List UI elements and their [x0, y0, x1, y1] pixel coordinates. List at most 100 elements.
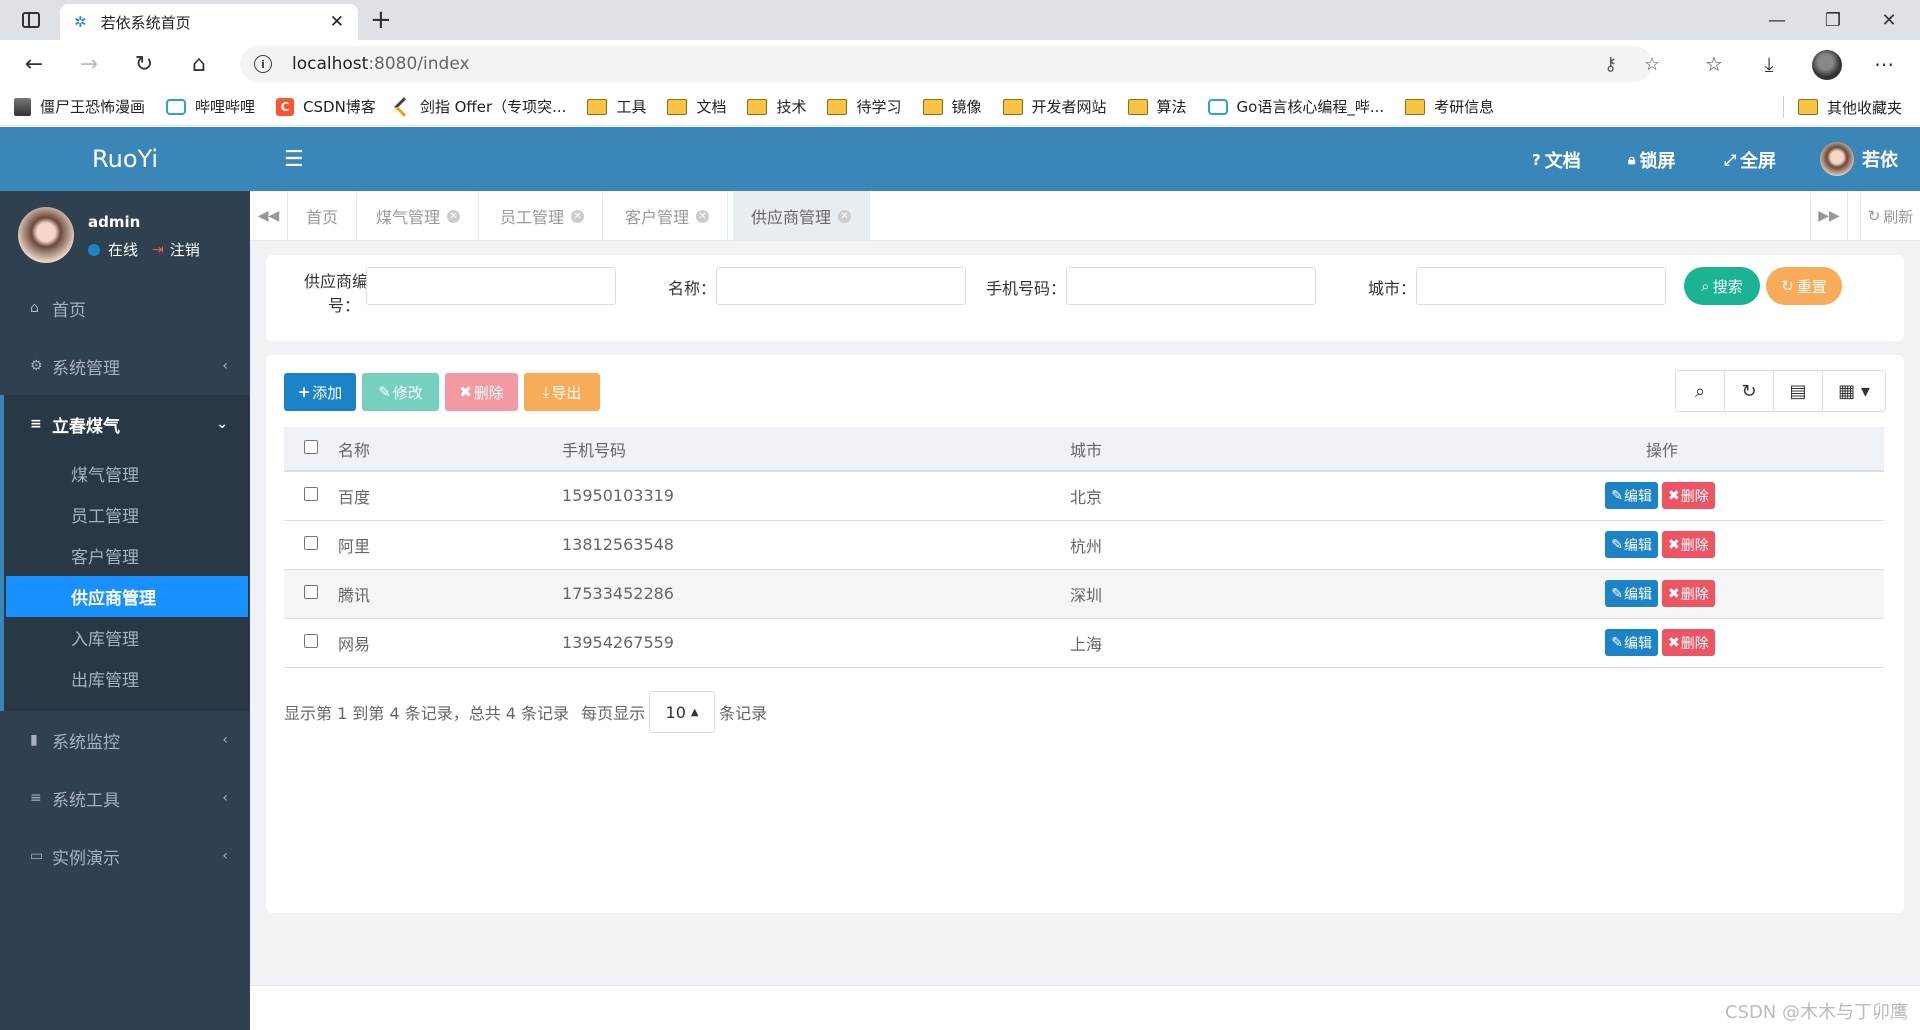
tab-supplier[interactable]: 供应商管理 ✕ [733, 191, 871, 241]
row-checkbox[interactable] [304, 634, 318, 648]
bookmark-item[interactable]: 工具 [587, 96, 646, 117]
bookmark-item[interactable]: 待学习 [827, 96, 902, 117]
bookmark-item[interactable]: 僵尸王恐怖漫画 [14, 96, 145, 117]
close-window-button[interactable]: ✕ [1861, 0, 1917, 40]
name-input[interactable] [716, 267, 966, 305]
add-favorite-icon[interactable]: ☆ [1644, 54, 1660, 75]
city-input[interactable] [1416, 267, 1666, 305]
tab-home[interactable]: 首页 [288, 191, 358, 241]
sidebar-item-monitor[interactable]: ▮ 系统监控 ‹ [0, 711, 250, 769]
lock-screen-link[interactable]: 🔒︎ 锁屏 [1628, 147, 1675, 173]
user-menu[interactable]: 若依 [1820, 142, 1898, 176]
fullscreen-link[interactable]: ⤢ 全屏 [1724, 147, 1776, 173]
minimize-button[interactable]: — [1749, 0, 1805, 40]
sidebar-item-home[interactable]: ⌂ 首页 [0, 279, 250, 337]
sidebar-subitem-staff[interactable]: 员工管理 [4, 494, 250, 535]
row-delete-button[interactable]: ✖ 删除 [1662, 482, 1715, 510]
close-tab-icon[interactable]: ✕ [447, 209, 461, 223]
tab-customer[interactable]: 客户管理 ✕ [607, 191, 729, 241]
app-logo[interactable]: RuoYi [0, 127, 250, 191]
tab-actions-button[interactable] [14, 8, 48, 32]
more-icon[interactable]: ⋯ [1868, 48, 1900, 80]
back-button[interactable]: ← [18, 48, 50, 80]
table-row[interactable]: 腾讯 17533452286 深圳 ✎ 编辑 ✖ 删除 [284, 569, 1884, 619]
edit-button[interactable]: ✎ 修改 [362, 373, 439, 411]
url-field[interactable]: i localhost:8080/index ⚷ ☆ [240, 46, 1660, 82]
search-button[interactable]: ⌕ 搜索 [1684, 267, 1760, 305]
bookmark-item[interactable]: 剑指 Offer（专项突... [393, 96, 566, 117]
info-icon[interactable]: i [254, 55, 272, 73]
sidebar-item-lichun[interactable]: ≡ 立春煤气 ⌄ [4, 395, 250, 453]
export-button[interactable]: ⤓ 导出 [524, 373, 600, 411]
logout-link[interactable]: 注销 [170, 239, 200, 260]
add-button[interactable]: + 添加 [284, 373, 356, 411]
sidebar-subitem-gas[interactable]: 煤气管理 [4, 453, 250, 494]
reset-button[interactable]: ↻ 重置 [1766, 267, 1842, 305]
key-icon[interactable]: ⚷ [1604, 54, 1617, 75]
row-edit-button[interactable]: ✎ 编辑 [1605, 531, 1658, 558]
tab-gas[interactable]: 煤气管理 ✕ [358, 191, 480, 241]
close-tab-icon[interactable]: ✕ [571, 209, 585, 223]
columns-dropdown-icon[interactable]: ▦ ▾ [1823, 371, 1885, 411]
bookmark-item[interactable]: 哔哩哔哩 [166, 96, 255, 117]
bookmark-item[interactable]: 技术 [747, 96, 806, 117]
sidebar-subitem-outbound[interactable]: 出库管理 [4, 658, 250, 711]
browser-tab[interactable]: ✲ 若依系统首页 ✕ [60, 4, 358, 40]
col-phone[interactable]: 手机号码 [562, 427, 1070, 471]
docs-link[interactable]: ? 文档 [1532, 147, 1581, 173]
sidebar-subitem-customer[interactable]: 客户管理 [4, 535, 250, 576]
bookmark-item[interactable]: Go语言核心编程_哔... [1207, 96, 1384, 117]
row-checkbox[interactable] [304, 585, 318, 599]
refresh-button[interactable]: ↻ 刷新 [1860, 191, 1920, 241]
supplier-code-input[interactable] [366, 267, 616, 305]
forward-button[interactable]: → [73, 48, 105, 80]
row-delete-button[interactable]: ✖ 删除 [1662, 580, 1715, 607]
search-toggle-icon[interactable]: ⌕ [1676, 371, 1725, 411]
close-tab-icon[interactable]: ✕ [838, 209, 852, 223]
row-delete-button[interactable]: ✖ 删除 [1662, 629, 1715, 656]
bookmark-item[interactable]: 考研信息 [1405, 96, 1494, 117]
tab-staff[interactable]: 员工管理 ✕ [482, 191, 604, 241]
other-bookmarks[interactable]: 其他收藏夹 [1798, 88, 1902, 126]
logout-icon[interactable]: ⇥ [152, 242, 164, 258]
bookmark-item[interactable]: 镜像 [922, 96, 982, 117]
bookmark-item[interactable]: C CSDN博客 [276, 96, 376, 117]
reload-button[interactable]: ↻ [128, 48, 160, 80]
restore-button[interactable]: ❐ [1805, 0, 1861, 40]
select-all-checkbox[interactable] [304, 440, 318, 454]
refresh-table-icon[interactable]: ↻ [1725, 371, 1774, 411]
row-edit-button[interactable]: ✎ 编辑 [1605, 580, 1658, 607]
row-checkbox[interactable] [304, 487, 318, 502]
download-icon[interactable]: ⤓ [1753, 48, 1785, 80]
profile-avatar[interactable] [1812, 50, 1842, 80]
row-checkbox[interactable] [304, 536, 318, 550]
table-row[interactable]: 网易 13954267559 上海 ✎ 编辑 ✖ 删除 [284, 618, 1884, 668]
delete-button[interactable]: ✖ 删除 [445, 373, 518, 411]
home-button[interactable]: ⌂ [183, 48, 215, 80]
close-tab-icon[interactable]: ✕ [330, 12, 344, 32]
close-tab-icon[interactable]: ✕ [696, 209, 710, 223]
table-row[interactable]: 阿里 13812563548 杭州 ✎ 编辑 ✖ 删除 [284, 520, 1884, 570]
table-row[interactable]: 百度 15950103319 北京 ✎ 编辑 ✖ 删除 [284, 471, 1884, 521]
phone-input[interactable] [1066, 267, 1316, 305]
user-avatar[interactable] [18, 207, 74, 263]
sidebar-item-system[interactable]: ⚙ 系统管理 ‹ [0, 337, 250, 395]
card-view-icon[interactable]: ▤ [1774, 371, 1823, 411]
bookmark-item[interactable]: 开发者网站 [1002, 96, 1107, 117]
favorites-icon[interactable]: ☆ [1698, 48, 1730, 80]
sidebar-item-demo[interactable]: ▭ 实例演示 ‹ [0, 827, 250, 885]
bookmark-item[interactable]: 算法 [1127, 96, 1187, 117]
scroll-tabs-right-icon[interactable]: ▶▶ [1810, 191, 1848, 241]
row-delete-button[interactable]: ✖ 删除 [1662, 531, 1715, 558]
row-edit-button[interactable]: ✎ 编辑 [1605, 482, 1658, 510]
col-city[interactable]: 城市 [1070, 427, 1440, 471]
new-tab-button[interactable]: + [370, 4, 392, 36]
bookmark-item[interactable]: 文档 [667, 96, 726, 117]
sidebar-subitem-supplier[interactable]: 供应商管理 [6, 576, 248, 617]
col-name[interactable]: 名称 [338, 427, 562, 471]
sidebar-item-tools[interactable]: ≡ 系统工具 ‹ [0, 769, 250, 827]
scroll-tabs-left-icon[interactable]: ◀◀ [250, 191, 288, 241]
sidebar-subitem-inbound[interactable]: 入库管理 [4, 617, 250, 658]
menu-toggle-icon[interactable]: ☰ [284, 147, 304, 172]
row-edit-button[interactable]: ✎ 编辑 [1605, 629, 1658, 656]
